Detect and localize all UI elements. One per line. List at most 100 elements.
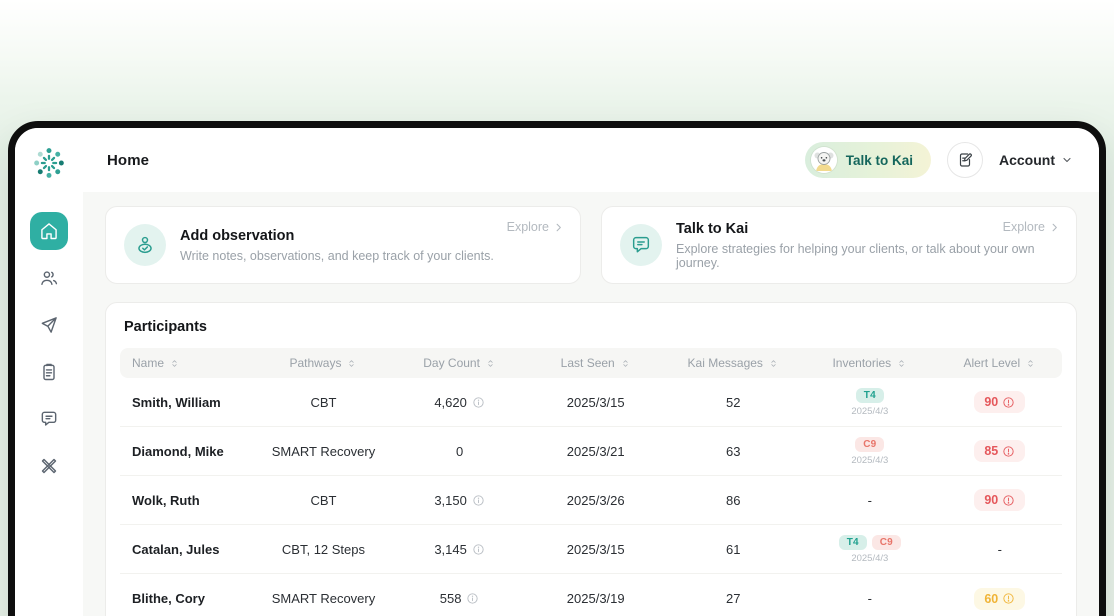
- sidebar-item-tools[interactable]: [30, 447, 68, 485]
- column-label: Last Seen: [560, 356, 615, 370]
- sidebar-item-home[interactable]: [30, 212, 68, 250]
- sidebar-item-clients[interactable]: [30, 259, 68, 297]
- sidebar-item-chat[interactable]: [30, 400, 68, 438]
- app-logo-icon: [34, 148, 64, 178]
- sort-icon: [1028, 359, 1033, 367]
- participant-kai-messages: 52: [726, 394, 741, 410]
- chat-icon: [41, 411, 57, 426]
- kai-avatar: [810, 147, 837, 173]
- info-icon[interactable]: [466, 592, 479, 605]
- talk-to-kai-card[interactable]: Talk to Kai Explore strategies for helpi…: [601, 206, 1077, 284]
- talk-to-kai-label: Talk to Kai: [845, 152, 913, 168]
- talk-to-kai-button[interactable]: Talk to Kai: [804, 142, 931, 178]
- alert-value: 90: [984, 395, 999, 409]
- participant-day-count: 3,145: [392, 542, 527, 557]
- alert-icon: [1003, 593, 1014, 604]
- participant-name: Wolk, Ruth: [132, 492, 200, 508]
- participant-alert-level: 90: [938, 489, 1062, 511]
- participant-day-count: 558: [392, 591, 527, 606]
- sidebar-nav: [30, 212, 68, 485]
- sort-icon: [349, 359, 355, 367]
- column-header-alert-level[interactable]: Alert Level: [938, 356, 1062, 370]
- clients-icon: [41, 271, 58, 285]
- sort-icon: [771, 359, 776, 367]
- explore-link[interactable]: Explore: [1003, 220, 1060, 234]
- alert-icon: [1003, 396, 1014, 408]
- person-check-icon: [124, 224, 166, 266]
- column-header-pathways[interactable]: Pathways: [255, 356, 393, 370]
- participant-day-count: 4,620: [392, 395, 527, 410]
- participant-name: Smith, William: [132, 394, 221, 410]
- table-row[interactable]: Blithe, Cory SMART Recovery 558 2025/3/19 27…: [120, 574, 1062, 616]
- top-bar-actions: Talk to Kai Account: [804, 142, 1073, 178]
- participant-inventories: -: [802, 493, 938, 508]
- inventories-cell-content: C9 2025/4/3: [851, 436, 889, 466]
- empty-value: -: [867, 492, 872, 508]
- participant-last-seen: 2025/3/15: [566, 541, 625, 557]
- chat-bubble-icon: [620, 224, 662, 266]
- column-header-inventories[interactable]: Inventories: [802, 356, 938, 370]
- participants-panel: Participants Name Pathways Day Count Last S…: [105, 302, 1077, 616]
- column-header-last-seen[interactable]: Last Seen: [527, 356, 665, 370]
- column-label: Name: [132, 356, 165, 370]
- inventory-date: 2025/4/3: [851, 552, 889, 564]
- table-row[interactable]: Smith, William CBT 4,620 2025/3/15 52 T4 2025/…: [120, 378, 1062, 427]
- participant-alert-level: -: [938, 542, 1062, 557]
- sidebar-item-notes[interactable]: [30, 353, 68, 391]
- card-description: Write notes, observations, and keep trac…: [180, 248, 494, 263]
- sort-icon: [899, 359, 904, 367]
- explore-link[interactable]: Explore: [507, 220, 564, 234]
- add-note-button[interactable]: [947, 142, 983, 178]
- participant-inventories: C9 2025/4/3: [802, 436, 938, 466]
- participant-kai-messages: 27: [726, 591, 741, 606]
- sort-icon: [488, 359, 493, 367]
- app-window: Home Talk to Kai Account Add observation…: [8, 121, 1106, 616]
- participant-inventories: T4 2025/4/3: [802, 387, 938, 417]
- participant-alert-level: 60: [938, 587, 1062, 610]
- send-icon: [41, 317, 57, 333]
- participant-alert-level: 85: [938, 440, 1062, 462]
- alert-badge: 90: [974, 489, 1026, 511]
- participant-day-count: 0: [455, 443, 464, 459]
- info-icon[interactable]: [472, 396, 485, 409]
- inventories-cell-content: T4 C9 2025/4/3: [838, 534, 901, 564]
- column-label: Pathways: [289, 356, 342, 370]
- participants-title: Participants: [124, 319, 207, 335]
- card-text: Add observation Write notes, observation…: [180, 228, 494, 263]
- compose-note-icon: [959, 153, 972, 167]
- table-row[interactable]: Catalan, Jules CBT, 12 Steps 3,145 2025/3/1…: [120, 525, 1062, 574]
- participant-name: Diamond, Mike: [132, 443, 224, 459]
- info-icon[interactable]: [472, 543, 485, 556]
- participant-pathways: CBT, 12 Steps: [281, 541, 366, 557]
- alert-icon: [1003, 445, 1014, 457]
- participant-alert-level: 90: [938, 391, 1062, 413]
- chevron-right-icon: [556, 223, 561, 231]
- column-label: Alert Level: [963, 356, 1021, 370]
- table-row[interactable]: Diamond, Mike SMART Recovery 0 2025/3/21 63 C…: [120, 427, 1062, 476]
- quick-action-cards: Add observation Write notes, observation…: [105, 206, 1077, 284]
- table-row[interactable]: Wolk, Ruth CBT 3,150 2025/3/26 86 - 90: [120, 476, 1062, 525]
- inventory-date: 2025/4/3: [851, 454, 889, 466]
- add-observation-card[interactable]: Add observation Write notes, observation…: [105, 206, 581, 284]
- participant-last-seen: 2025/3/15: [566, 394, 625, 410]
- empty-value: -: [997, 541, 1002, 557]
- account-label: Account: [999, 152, 1055, 168]
- column-header-day-count[interactable]: Day Count: [392, 356, 527, 370]
- column-header-kai-messages[interactable]: Kai Messages: [664, 356, 802, 370]
- card-title: Talk to Kai: [676, 220, 749, 237]
- card-title: Add observation: [180, 227, 295, 244]
- chevron-down-icon: [1063, 157, 1071, 163]
- tools-icon: [41, 458, 57, 474]
- column-label: Day Count: [423, 356, 480, 370]
- sidebar-item-send[interactable]: [30, 306, 68, 344]
- column-header-name[interactable]: Name: [120, 356, 255, 370]
- participant-last-seen: 2025/3/19: [566, 591, 625, 606]
- participant-pathways: CBT: [310, 492, 337, 508]
- alert-value: 90: [984, 493, 999, 507]
- alert-value: 60: [984, 591, 999, 606]
- participant-kai-messages: 86: [726, 492, 741, 508]
- participant-name: Blithe, Cory: [132, 591, 205, 606]
- participant-name: Catalan, Jules: [132, 541, 220, 557]
- info-icon[interactable]: [472, 494, 485, 507]
- account-menu[interactable]: Account: [999, 152, 1073, 168]
